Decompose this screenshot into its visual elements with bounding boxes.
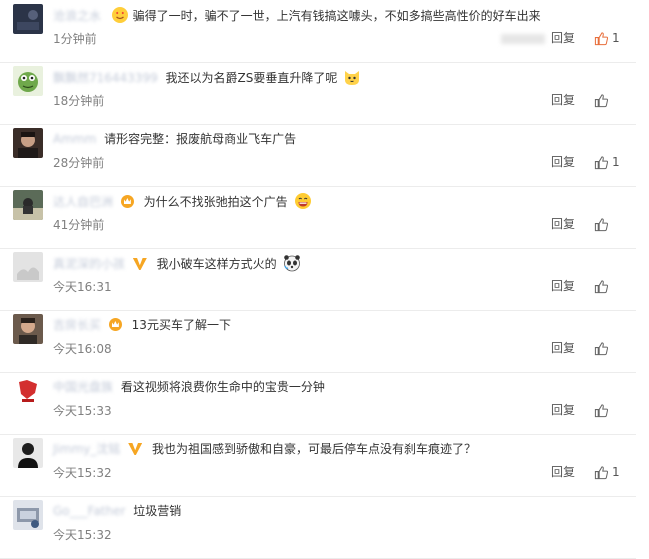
reply-button[interactable]: 回复 <box>551 463 575 480</box>
reply-button[interactable]: 回复 <box>551 91 575 108</box>
thumbs-up-icon <box>594 279 609 293</box>
reply-button[interactable]: 回复 <box>551 339 575 356</box>
like-button[interactable] <box>594 91 612 109</box>
comment-item: 吉房长买 13元买车了解一下 今天16:08 回复 <box>0 310 636 373</box>
like-button[interactable]: 1 <box>594 153 620 171</box>
comment-time: 今天15:32 <box>53 528 112 542</box>
like-count: 1 <box>612 155 620 169</box>
username-link[interactable]: 达人自巴洲 <box>53 193 113 211</box>
username-link[interactable]: Ammm <box>53 130 96 148</box>
thumbs-up-icon <box>594 217 609 231</box>
thumbs-up-icon <box>594 341 609 355</box>
comment-text: 骗得了一时，骗不了一世，上汽有钱搞这噱头，不如多搞些高性价的好车出来 <box>132 9 541 23</box>
reply-button[interactable]: 回复 <box>551 153 575 170</box>
username-link[interactable]: 真泥深的小孩 <box>53 255 125 273</box>
comment-text: 我还以为名爵ZS要垂直升降了呢 <box>165 71 338 85</box>
reply-button[interactable]: 回复 <box>551 401 575 418</box>
comment-list: 沧浪之水 骗得了一时，骗不了一世，上汽有钱搞这噱头，不如多搞些高性价的好车出来 … <box>0 0 649 559</box>
comment-item: 沧浪之水 骗得了一时，骗不了一世，上汽有钱搞这噱头，不如多搞些高性价的好车出来 … <box>0 0 636 63</box>
panda-emoji-icon <box>283 254 301 272</box>
reply-button[interactable]: 回复 <box>551 29 575 46</box>
comment-text: 垃圾营销 <box>133 504 182 518</box>
member-crown-icon <box>108 318 122 331</box>
comment-item: Ammm 请形容完整：报废航母商业飞车广告 28分钟前 回复 1 <box>0 124 636 187</box>
like-count: 1 <box>612 31 620 45</box>
cat-face-icon <box>343 68 361 86</box>
like-button[interactable]: 1 <box>594 463 620 481</box>
comment-time: 今天15:32 <box>53 466 112 480</box>
like-button[interactable] <box>594 339 612 357</box>
comment-item: 中国光盘族 看这视频将浪费你生命中的宝贵一分钟 今天15:33 回复 <box>0 372 636 435</box>
avatar[interactable] <box>13 252 43 282</box>
grin-emoji-icon <box>294 192 312 210</box>
username-link[interactable]: 吉房长买 <box>53 316 101 334</box>
avatar[interactable] <box>13 376 43 406</box>
comment-text: 请形容完整：报废航母商业飞车广告 <box>104 132 297 146</box>
thumbs-up-icon <box>594 403 609 417</box>
username-link[interactable]: 飘飘然716443399 <box>53 69 158 87</box>
like-button[interactable] <box>594 277 612 295</box>
comment-item: 真泥深的小孩 我小破车这样方式火的 今天16:31 回复 <box>0 248 636 311</box>
reply-button[interactable]: 回复 <box>551 215 575 232</box>
heart-eyes-icon <box>111 6 129 24</box>
avatar[interactable] <box>13 314 43 344</box>
thumbs-up-icon <box>594 93 609 107</box>
comment-time: 今天16:08 <box>53 342 112 356</box>
comment-item: 达人自巴洲 为什么不找张弛拍这个广告 41分钟前 回复 <box>0 186 636 249</box>
avatar[interactable] <box>13 438 43 468</box>
comment-text: 我小破车这样方式火的 <box>156 257 277 271</box>
comment-text: 我也为祖国感到骄傲和自豪，可最后停车点没有刹车痕迹了？ <box>152 442 477 456</box>
thumbs-up-icon <box>594 31 609 45</box>
comment-item: 飘飘然716443399 我还以为名爵ZS要垂直升降了呢 18分钟前 回复 <box>0 62 636 125</box>
avatar[interactable] <box>13 66 43 96</box>
avatar[interactable] <box>13 500 43 530</box>
reply-button[interactable]: 回复 <box>551 277 575 294</box>
avatar[interactable] <box>13 128 43 158</box>
comment-text: 13元买车了解一下 <box>131 318 231 332</box>
comment-time: 41分钟前 <box>53 218 105 232</box>
like-button[interactable] <box>594 401 612 419</box>
comment-time: 今天16:31 <box>53 280 112 294</box>
like-button[interactable] <box>594 215 612 233</box>
comment-time: 28分钟前 <box>53 156 105 170</box>
verified-v-icon <box>133 258 147 270</box>
avatar[interactable] <box>13 4 43 34</box>
comment-time: 今天15:33 <box>53 404 112 418</box>
comment-text: 看这视频将浪费你生命中的宝贵一分钟 <box>120 380 325 394</box>
blurred-region <box>501 34 545 44</box>
member-crown-icon <box>120 195 134 208</box>
comment-time: 1分钟前 <box>53 32 97 46</box>
username-link[interactable]: 中国光盘族 <box>53 378 113 396</box>
thumbs-up-icon <box>594 465 609 479</box>
username-link[interactable]: Jimmy_沈铭 <box>53 440 120 458</box>
like-count: 1 <box>612 465 620 479</box>
username-link[interactable]: Go___Father <box>53 502 125 520</box>
comment-text: 为什么不找张弛拍这个广告 <box>143 195 288 209</box>
username-link[interactable]: 沧浪之水 <box>53 7 101 25</box>
comment-item: Jimmy_沈铭 我也为祖国感到骄傲和自豪，可最后停车点没有刹车痕迹了？ 今天1… <box>0 434 636 497</box>
like-button[interactable]: 1 <box>594 29 620 47</box>
avatar[interactable] <box>13 190 43 220</box>
comment-time: 18分钟前 <box>53 94 105 108</box>
verified-v-icon <box>128 443 142 455</box>
comment-item: Go___Father 垃圾营销 今天15:32 <box>0 496 636 559</box>
thumbs-up-icon <box>594 155 609 169</box>
